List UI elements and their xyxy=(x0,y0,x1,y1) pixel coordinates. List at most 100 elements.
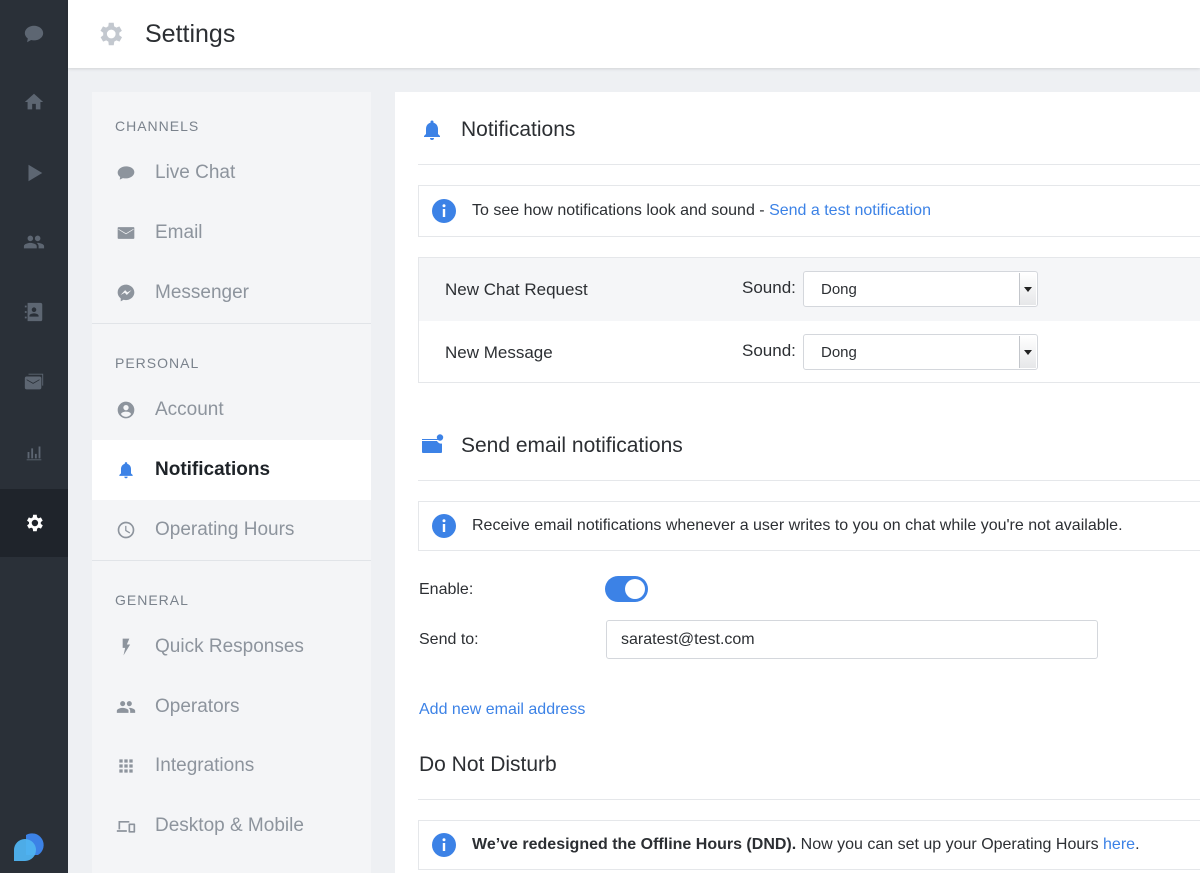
operating-hours-here-link[interactable]: here xyxy=(1103,836,1135,853)
play-icon xyxy=(28,164,43,182)
email-info-box: Receive email notifications whenever a u… xyxy=(418,501,1200,551)
settings-nav: CHANNELS Live Chat Email Messenger PERSO… xyxy=(92,92,371,873)
grid-icon xyxy=(119,759,133,773)
nav-item-label: Operating Hours xyxy=(155,519,295,540)
dnd-info-box: We’ve redesigned the Offline Hours (DND)… xyxy=(418,820,1200,870)
rail-analytics[interactable] xyxy=(0,418,68,486)
home-icon xyxy=(24,93,44,110)
nav-section-personal: PERSONAL xyxy=(115,355,200,371)
nav-divider xyxy=(92,323,371,324)
nav-item-operators[interactable]: Operators xyxy=(92,677,371,737)
notifications-title: Notifications xyxy=(461,118,576,141)
nav-item-live-chat[interactable]: Live Chat xyxy=(92,143,371,203)
icon-rail xyxy=(0,0,68,873)
inbox-icon xyxy=(24,373,44,390)
sound-row-new-message: New Message Sound: Dong xyxy=(419,321,1200,384)
nav-item-messenger[interactable]: Messenger xyxy=(92,263,371,323)
messenger-icon xyxy=(117,284,135,302)
nav-item-label: Quick Responses xyxy=(155,636,304,657)
rail-inbox[interactable] xyxy=(0,348,68,416)
rail-people[interactable] xyxy=(0,208,68,276)
rail-contacts[interactable] xyxy=(0,278,68,346)
lightning-icon xyxy=(122,638,131,656)
nav-section-general: GENERAL xyxy=(115,592,189,608)
rail-home[interactable] xyxy=(0,68,68,136)
rail-play[interactable] xyxy=(0,139,68,207)
nav-item-label: Live Chat xyxy=(155,162,236,183)
top-header: Settings xyxy=(68,0,1200,68)
info-icon xyxy=(432,833,456,857)
send-to-email-input[interactable] xyxy=(606,620,1098,659)
send-test-notification-link[interactable]: Send a test notification xyxy=(769,202,931,219)
nav-item-operating-hours[interactable]: Operating Hours xyxy=(92,500,371,560)
envelope-icon xyxy=(117,227,135,239)
info-text: Receive email notifications whenever a u… xyxy=(472,517,1123,534)
nav-item-label: Email xyxy=(155,222,203,243)
select-value: Dong xyxy=(821,281,857,298)
toggle-knob xyxy=(625,579,645,599)
info-text: To see how notifications look and sound … xyxy=(472,202,931,220)
email-notification-icon xyxy=(422,434,444,453)
add-email-address-link[interactable]: Add new email address xyxy=(419,701,585,719)
test-notification-info: To see how notifications look and sound … xyxy=(418,185,1200,237)
email-enable-toggle[interactable] xyxy=(605,576,648,602)
info-icon xyxy=(432,514,456,538)
nav-item-desktop-mobile[interactable]: Desktop & Mobile xyxy=(92,796,371,856)
select-value: Dong xyxy=(821,344,857,361)
page-title: Settings xyxy=(145,19,236,48)
nav-item-label: Desktop & Mobile xyxy=(155,815,304,836)
devices-icon xyxy=(116,821,136,833)
email-notifications-title: Send email notifications xyxy=(461,434,683,457)
enable-label: Enable: xyxy=(419,581,474,598)
dnd-info-message: Now you can set up your Operating Hours xyxy=(796,836,1104,853)
do-not-disturb-title: Do Not Disturb xyxy=(419,753,557,776)
nav-item-account[interactable]: Account xyxy=(92,380,371,440)
nav-divider xyxy=(92,560,371,561)
bell-icon xyxy=(424,120,440,140)
sound-label: Sound: xyxy=(742,341,796,360)
nav-item-label: Notifications xyxy=(155,459,271,480)
divider xyxy=(418,480,1200,481)
divider xyxy=(418,164,1200,165)
rail-settings[interactable] xyxy=(0,489,68,557)
sound-row-name: New Chat Request xyxy=(445,280,588,299)
sound-settings-table: New Chat Request Sound: Dong New Message… xyxy=(418,257,1200,383)
divider xyxy=(418,799,1200,800)
clock-icon xyxy=(117,521,135,539)
settings-gear-icon xyxy=(100,22,122,46)
sound-row-name: New Message xyxy=(445,343,553,362)
account-icon xyxy=(117,401,135,419)
chat-icon xyxy=(24,25,44,43)
operators-icon xyxy=(116,701,136,713)
dnd-info-end: . xyxy=(1135,836,1140,853)
dropdown-arrow-icon[interactable] xyxy=(1019,336,1036,368)
info-message: To see how notifications look and sound … xyxy=(472,202,765,219)
rail-chat[interactable] xyxy=(0,0,68,68)
nav-section-channels: CHANNELS xyxy=(115,118,200,134)
bell-icon xyxy=(119,462,133,479)
notifications-panel: Notifications To see how notifications l… xyxy=(395,92,1200,873)
sound-row-new-chat-request: New Chat Request Sound: Dong xyxy=(419,258,1200,321)
people-icon xyxy=(23,235,45,249)
new-message-sound-select[interactable]: Dong xyxy=(803,334,1038,370)
chat-bubble-icon xyxy=(117,166,135,180)
nav-item-integrations[interactable]: Integrations xyxy=(92,736,371,796)
send-to-label: Send to: xyxy=(419,631,479,648)
contacts-icon xyxy=(24,302,43,322)
analytics-icon xyxy=(26,446,42,461)
brand-logo-icon xyxy=(14,833,44,861)
settings-icon xyxy=(27,514,43,532)
info-icon xyxy=(432,199,456,223)
sound-label: Sound: xyxy=(742,278,796,297)
new-chat-sound-select[interactable]: Dong xyxy=(803,271,1038,307)
nav-item-label: Integrations xyxy=(155,755,255,776)
dnd-info-bold: We’ve redesigned the Offline Hours (DND)… xyxy=(472,836,797,853)
nav-item-notifications[interactable]: Notifications xyxy=(92,440,371,500)
nav-item-label: Messenger xyxy=(155,282,249,303)
nav-item-quick-responses[interactable]: Quick Responses xyxy=(92,617,371,677)
dropdown-arrow-icon[interactable] xyxy=(1019,273,1036,305)
nav-item-label: Operators xyxy=(155,696,240,717)
info-text: We’ve redesigned the Offline Hours (DND)… xyxy=(472,836,1140,854)
nav-item-label: Account xyxy=(155,399,224,420)
nav-item-email[interactable]: Email xyxy=(92,203,371,263)
